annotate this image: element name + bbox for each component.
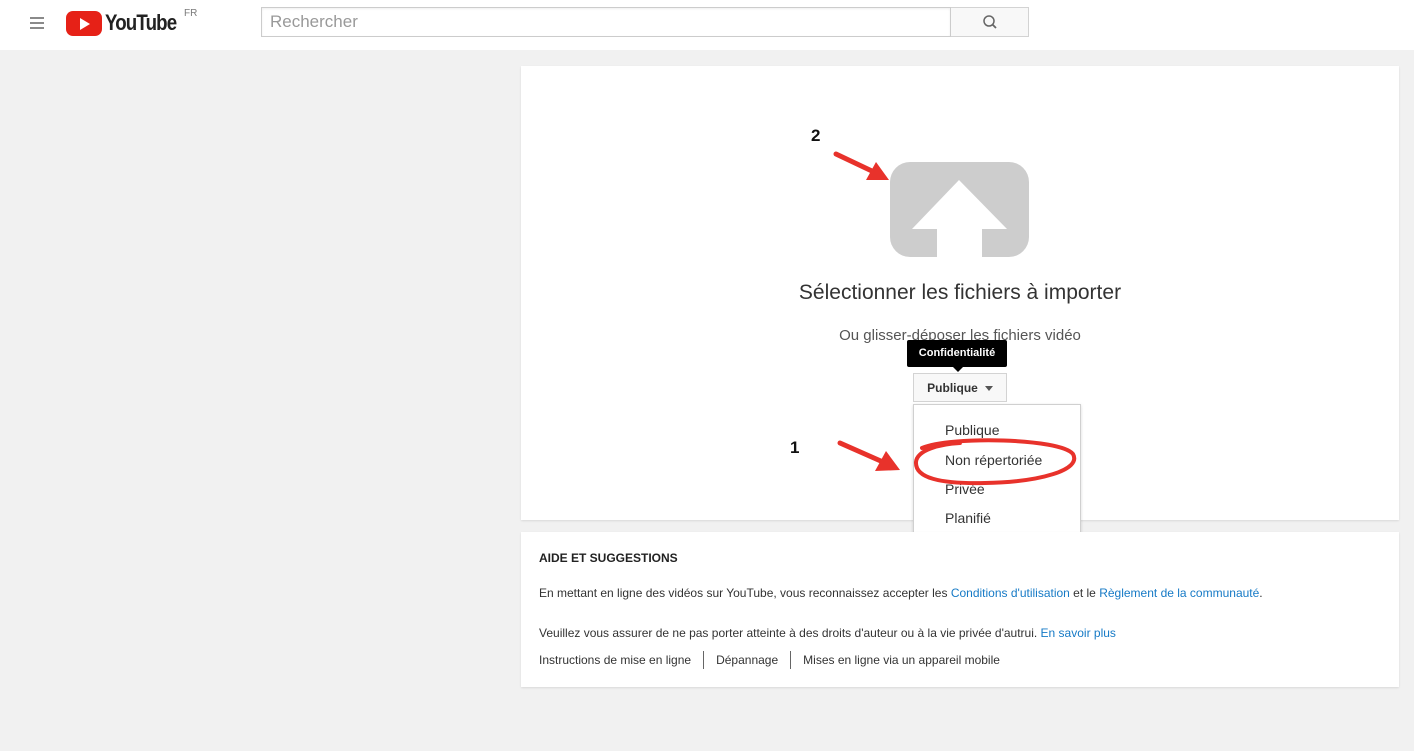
- annotation-arrow-2: [833, 151, 889, 180]
- annotation-overlay: [833, 151, 1077, 486]
- highlight-circle: [914, 438, 1077, 486]
- annotation-arrow-1: [837, 440, 900, 471]
